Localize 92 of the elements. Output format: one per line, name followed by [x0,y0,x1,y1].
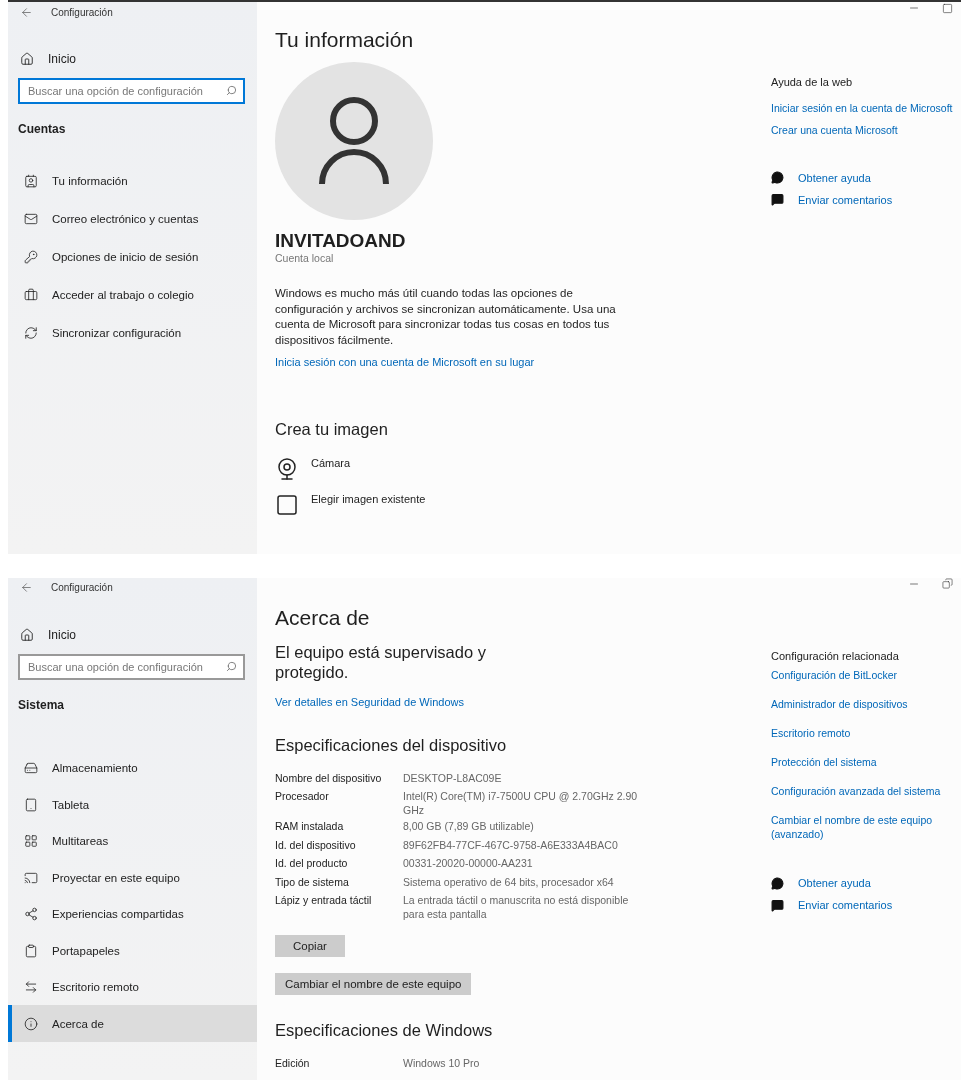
nav-item[interactable]: Sincronizar configuración [8,314,257,352]
home-icon [20,52,34,66]
aside-heading: Ayuda de la web [771,76,854,88]
back-arrow-icon[interactable] [20,5,33,19]
spec-value: 89F62FB4-77CF-467C-9758-A6E333A4BAC0 [403,837,619,853]
related-link[interactable]: Cambiar el nombre de este equipo (avanzado) [771,812,957,841]
spec-label: RAM instalada [275,819,345,835]
spec-value: 8,00 GB (7,89 GB utilizable) [403,819,535,835]
sync-icon [24,326,38,340]
webcam-icon [275,457,299,481]
drive-icon [24,761,38,776]
related-link[interactable]: Configuración avanzada del sistema [771,783,957,798]
square-icon [275,493,299,517]
action-button[interactable]: Cambiar el nombre de este equipo [275,973,472,996]
section-title: Especificaciones de Windows [275,1021,494,1041]
contact-icon [24,174,38,188]
chat-icon [771,898,784,912]
action-button[interactable]: Copiar [275,935,345,958]
tablet-icon [24,797,38,812]
nav-item[interactable]: Proyectar en este equipo [8,859,257,896]
spec-value: Windows 10 Pro [403,1056,481,1072]
spec-value: Intel(R) Core(TM) i7-7500U CPU @ 2.70GHz 2.90 GHz [403,789,639,818]
nav-item[interactable]: Tu información [8,162,257,200]
nav-item[interactable]: Portapapeles [8,932,257,969]
picture-option[interactable]: Cámara [275,457,771,481]
nav-item[interactable]: Acceder al trabajo o colegio [8,276,257,314]
related-link[interactable]: Escritorio remoto [771,725,957,740]
home-link[interactable]: Inicio [8,597,257,654]
spec-value: Sistema operativo de 64 bits, procesador x64 [403,874,615,890]
related-link[interactable]: Protección del sistema [771,754,957,769]
briefcase-icon [24,288,38,302]
spec-label: Id. del producto [275,856,349,872]
window-title: Configuración [51,6,113,18]
related-link[interactable]: Administrador de dispositivos [771,696,957,711]
related-link[interactable]: Configuración de BitLocker [771,667,957,682]
restore-icon[interactable] [942,578,953,590]
spec-value: 00331-20020-00000-AA231 [403,856,534,872]
nav-item[interactable]: Escritorio remoto [8,968,257,1006]
status-text: El equipo está supervisado y protegido. [275,641,487,682]
spec-label: Nombre del dispositivo [275,770,383,786]
back-arrow-icon[interactable] [20,581,33,595]
section-title: Crea tu imagen [275,420,389,439]
related-link[interactable]: Crear una cuenta Microsoft [771,123,957,137]
search-icon [226,85,237,96]
link[interactable]: Inicia sesión con una cuenta de Microsoft en su lugar [275,356,771,368]
nav-item[interactable]: Multitareas [8,822,257,860]
person-icon [317,96,391,186]
spec-label: Edición [275,1056,311,1072]
nav-item[interactable]: Acerca de [8,1005,257,1042]
spec-value: DESKTOP-L8AC09E [403,770,503,786]
search-field[interactable]: Buscar una opción de configuración [18,78,245,104]
home-link[interactable]: Inicio [8,22,257,78]
spec-value: La entrada táctil o manuscrita no está disponible para esta pantalla [403,893,630,922]
nav-item[interactable]: Almacenamiento [8,749,257,787]
maximize-icon[interactable] [942,2,953,14]
aside-heading: Configuración relacionada [771,649,900,662]
user-name: INVITADOAND [275,230,407,252]
help-link[interactable]: Enviar comentarios [771,898,957,912]
picture-option[interactable]: Elegir imagen existente [275,493,771,517]
help-link[interactable]: Obtener ayuda [771,171,957,184]
key-icon [24,250,38,264]
spec-label: Id. del dispositivo [275,837,357,853]
clipboard-icon [24,943,38,958]
search-icon [226,660,237,672]
spec-label: Lápiz y entrada táctil [275,893,373,909]
nav-item[interactable]: Correo electrónico y cuentas [8,200,257,238]
arrows-icon [24,980,38,995]
nav-item[interactable]: Experiencias compartidas [8,895,257,933]
link[interactable]: Ver detalles en Seguridad de Windows [275,695,771,708]
nav-item[interactable]: Tableta [8,786,257,823]
nav-item[interactable]: Opciones de inicio de sesión [8,238,257,276]
page-title: Acerca de [275,605,371,630]
search-field[interactable]: Buscar una opción de configuración [18,653,245,680]
related-link[interactable]: Iniciar sesión en la cuenta de Microsoft [771,101,957,115]
help-link[interactable]: Obtener ayuda [771,876,957,890]
description-text: Windows es mucho más útil cuando todas las opciones de configuración y archivos se sincronizan automáticamente. Usa una cuenta de Microsoft para sincronizar todas tus cosas en todos tus dispositivos fácilmente. [275,286,617,348]
section-title: Sistema [17,696,66,714]
help-link[interactable]: Enviar comentarios [771,193,957,206]
info-icon [24,1016,38,1031]
page-title: Tu información [275,28,415,52]
spec-label: Tipo de sistema [275,874,350,890]
cast-icon [24,870,38,885]
account-type: Cuenta local [275,252,335,264]
spec-label: Procesador [275,789,330,805]
mail-icon [24,212,38,226]
home-icon [20,627,34,642]
section-title: Cuentas [17,121,67,138]
share-icon [24,907,38,922]
grid-icon [24,834,38,849]
chat-icon [771,193,784,206]
window-title: Configuración [51,582,113,594]
section-title: Especificaciones del dispositivo [275,735,508,755]
